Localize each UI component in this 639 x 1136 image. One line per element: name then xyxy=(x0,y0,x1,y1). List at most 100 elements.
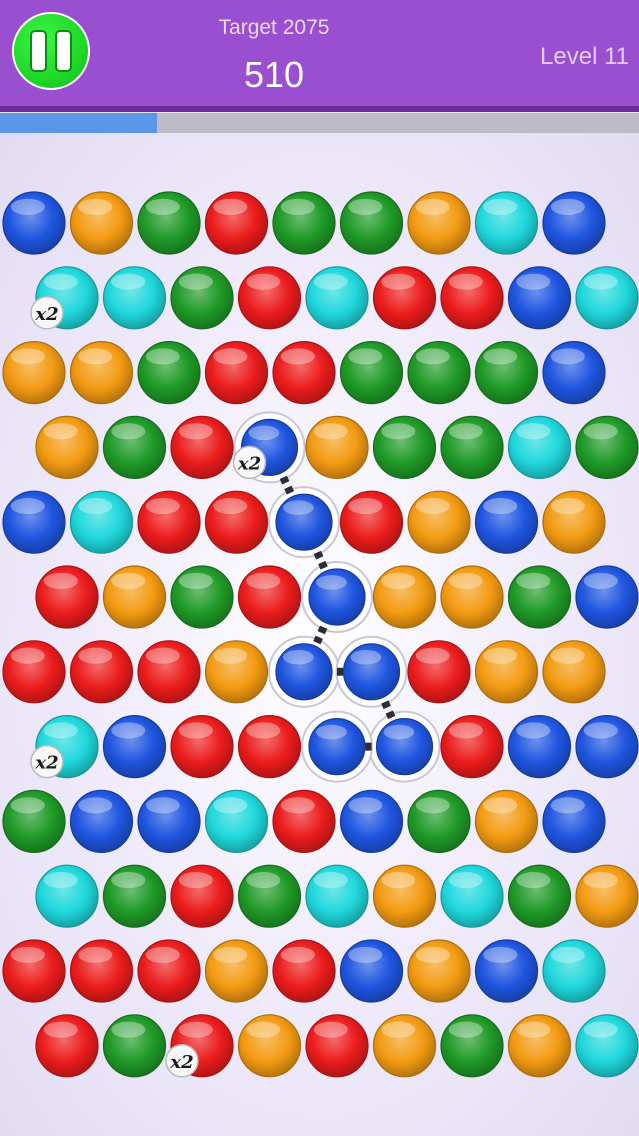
bubble-red[interactable] xyxy=(272,789,336,854)
bubble-red[interactable] xyxy=(137,939,201,1003)
bubble-orange[interactable] xyxy=(407,490,471,554)
bubble-red[interactable] xyxy=(137,640,201,704)
bubble-cyan[interactable] xyxy=(542,939,606,1003)
bubble-orange[interactable] xyxy=(237,1014,302,1078)
bubble-red[interactable] xyxy=(372,266,437,330)
bubble-blue[interactable] xyxy=(275,643,333,701)
bubble-blue[interactable] xyxy=(102,714,167,779)
bubble-blue[interactable] xyxy=(69,789,134,854)
bubble-blue[interactable] xyxy=(308,717,366,776)
bubble-orange[interactable] xyxy=(204,939,269,1003)
bubble-red[interactable] xyxy=(170,714,234,779)
bubble-orange[interactable] xyxy=(474,640,539,704)
bubble-red[interactable] xyxy=(170,864,234,928)
bubble-red[interactable] xyxy=(339,490,404,554)
bubble-orange[interactable] xyxy=(575,864,639,928)
bubble-green[interactable] xyxy=(407,341,471,405)
bubble-blue[interactable] xyxy=(542,341,606,405)
bubble-red[interactable] xyxy=(272,341,336,405)
bubble-red[interactable] xyxy=(237,714,302,779)
bubble-orange[interactable] xyxy=(69,191,134,255)
bubble-red[interactable] xyxy=(69,939,134,1003)
bubble-cyan[interactable] xyxy=(575,1014,639,1078)
bubble-blue[interactable] xyxy=(308,568,366,626)
bubble-green[interactable] xyxy=(474,341,539,405)
bubble-green[interactable] xyxy=(575,415,639,479)
bubble-cyan[interactable] xyxy=(305,266,369,330)
bubble-blue[interactable] xyxy=(2,191,66,255)
bubble-blue[interactable] xyxy=(342,643,401,701)
bubble-grid[interactable]: x2 x2 x2 x2 xyxy=(0,133,639,1136)
bubble-cyan[interactable] xyxy=(102,266,167,330)
bubble-red[interactable] xyxy=(2,939,66,1003)
bubble-red[interactable] xyxy=(170,415,234,479)
bubble-cyan[interactable] xyxy=(305,864,369,928)
bubble-blue[interactable] xyxy=(339,939,404,1003)
bubble-orange[interactable] xyxy=(407,939,471,1003)
game-board[interactable]: x2 x2 x2 x2 xyxy=(0,133,639,1136)
bubble-blue[interactable] xyxy=(2,490,66,554)
bubble-blue[interactable] xyxy=(137,789,201,854)
bubble-red[interactable] xyxy=(440,266,504,330)
bubble-blue[interactable] xyxy=(275,493,333,551)
bubble-blue[interactable] xyxy=(575,714,639,779)
bubble-orange[interactable] xyxy=(440,565,504,629)
bubble-red[interactable] xyxy=(204,191,269,255)
bubble-orange[interactable] xyxy=(69,341,134,405)
bubble-green[interactable] xyxy=(102,864,167,928)
bubble-cyan[interactable] xyxy=(204,789,269,854)
bubble-red[interactable] xyxy=(2,640,66,704)
bubble-green[interactable] xyxy=(170,266,234,330)
bubble-red[interactable] xyxy=(272,939,336,1003)
bubble-orange[interactable] xyxy=(35,415,99,479)
bubble-blue[interactable] xyxy=(575,565,639,629)
bubble-blue[interactable] xyxy=(375,717,434,776)
bubble-green[interactable] xyxy=(339,191,404,255)
bubble-green[interactable] xyxy=(137,341,201,405)
bubble-green[interactable] xyxy=(272,191,336,255)
bubble-green[interactable] xyxy=(170,565,234,629)
bubble-orange[interactable] xyxy=(372,565,437,629)
bubble-blue[interactable] xyxy=(339,789,404,854)
bubble-orange[interactable] xyxy=(305,415,369,479)
bubble-green[interactable] xyxy=(440,1014,504,1078)
bubble-red[interactable] xyxy=(237,565,302,629)
bubble-orange[interactable] xyxy=(507,1014,572,1078)
bubble-orange[interactable] xyxy=(204,640,269,704)
bubble-cyan[interactable] xyxy=(440,864,504,928)
bubble-orange[interactable] xyxy=(542,490,606,554)
bubble-cyan[interactable] xyxy=(474,191,539,255)
bubble-orange[interactable] xyxy=(102,565,167,629)
bubble-blue[interactable] xyxy=(507,266,572,330)
bubble-red[interactable] xyxy=(69,640,134,704)
bubble-green[interactable] xyxy=(507,864,572,928)
bubble-orange[interactable] xyxy=(407,191,471,255)
bubble-red[interactable] xyxy=(137,490,201,554)
bubble-cyan[interactable] xyxy=(35,864,99,928)
bubble-orange[interactable] xyxy=(2,341,66,405)
bubble-blue[interactable] xyxy=(542,789,606,854)
bubble-orange[interactable] xyxy=(372,1014,437,1078)
bubble-green[interactable] xyxy=(507,565,572,629)
bubble-blue[interactable] xyxy=(542,191,606,255)
bubble-red[interactable] xyxy=(305,1014,369,1078)
bubble-red[interactable] xyxy=(35,1014,99,1078)
bubble-green[interactable] xyxy=(440,415,504,479)
bubble-cyan[interactable] xyxy=(507,415,572,479)
bubble-red[interactable] xyxy=(407,640,471,704)
bubble-green[interactable] xyxy=(407,789,471,854)
bubble-blue[interactable] xyxy=(507,714,572,779)
bubble-green[interactable] xyxy=(102,1014,167,1078)
bubble-green[interactable] xyxy=(372,415,437,479)
bubble-green[interactable] xyxy=(102,415,167,479)
bubble-green[interactable] xyxy=(237,864,302,928)
bubble-cyan[interactable] xyxy=(69,490,134,554)
bubble-orange[interactable] xyxy=(474,789,539,854)
bubble-red[interactable] xyxy=(35,565,99,629)
bubble-blue[interactable] xyxy=(474,490,539,554)
bubble-orange[interactable] xyxy=(372,864,437,928)
bubble-green[interactable] xyxy=(2,789,66,854)
bubble-red[interactable] xyxy=(204,341,269,405)
bubble-red[interactable] xyxy=(440,714,504,779)
bubble-red[interactable] xyxy=(237,266,302,330)
